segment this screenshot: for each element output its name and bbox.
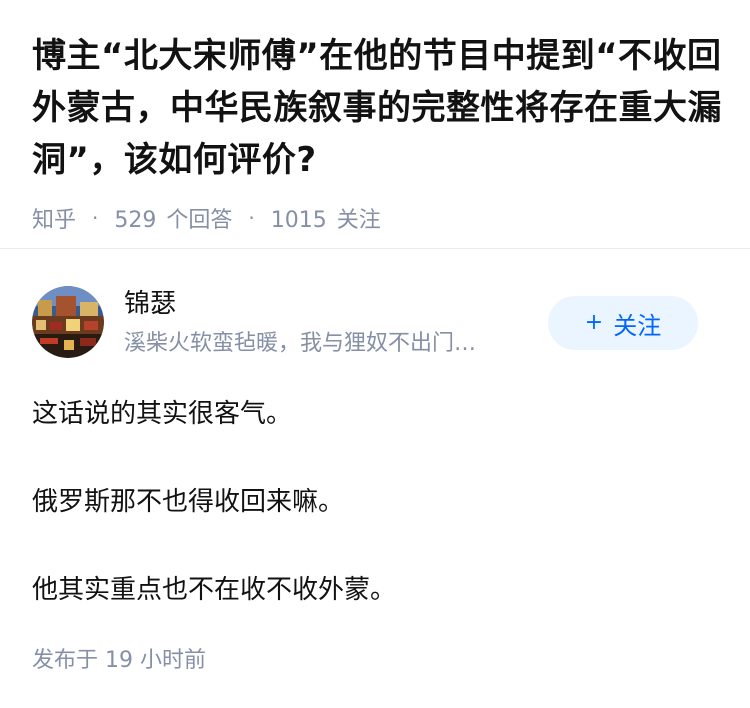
answer-count-label: 个回答 — [166, 208, 233, 233]
avatar-image — [32, 286, 104, 358]
author-bio: 溪柴火软蛮毡暖，我与狸奴不出门… — [124, 331, 477, 356]
author-info: 锦瑟 溪柴火软蛮毡暖，我与狸奴不出门… — [124, 284, 544, 360]
author-name[interactable]: 锦瑟 — [124, 284, 544, 324]
follow-label: 关注 — [613, 311, 662, 340]
question-header: 博主“北大宋师傅”在他的节目中提到“不收回外蒙古，中华民族叙事的完整性将存在重大… — [32, 30, 722, 234]
answer-paragraph: 这话说的其实很客气。 — [32, 399, 293, 429]
meta-separator: · — [92, 206, 99, 230]
author-avatar[interactable] — [32, 286, 104, 358]
author-row: 锦瑟 溪柴火软蛮毡暖，我与狸奴不出门… + 关注 — [32, 284, 718, 364]
answer-count-value: 529 — [114, 208, 157, 233]
publish-value: 19 小时前 — [105, 648, 207, 673]
publish-time: 发布于 19 小时前 — [32, 642, 206, 674]
publish-label: 发布于 — [32, 648, 99, 673]
answer-paragraph: 俄罗斯那不也得收回来嘛。 — [32, 487, 345, 517]
follower-count[interactable]: 1015 关注 — [271, 202, 381, 234]
answer-body: 这话说的其实很客气。 俄罗斯那不也得收回来嘛。 他其实重点也不在收不收外蒙。 — [32, 392, 722, 612]
meta-separator: · — [248, 206, 255, 230]
follower-count-label: 关注 — [336, 208, 381, 233]
follower-count-value: 1015 — [270, 208, 327, 233]
answer-paragraph: 他其实重点也不在收不收外蒙。 — [32, 575, 397, 605]
follow-button[interactable]: + 关注 — [548, 296, 698, 350]
plus-icon: + — [584, 310, 604, 335]
question-title[interactable]: 博主“北大宋师傅”在他的节目中提到“不收回外蒙古，中华民族叙事的完整性将存在重大… — [32, 30, 722, 186]
source-label[interactable]: 知乎 — [32, 202, 76, 234]
section-divider — [0, 248, 750, 249]
question-meta: 知乎 · 529 个回答 · 1015 关注 — [32, 202, 722, 234]
answer-count[interactable]: 529 个回答 — [114, 202, 232, 234]
